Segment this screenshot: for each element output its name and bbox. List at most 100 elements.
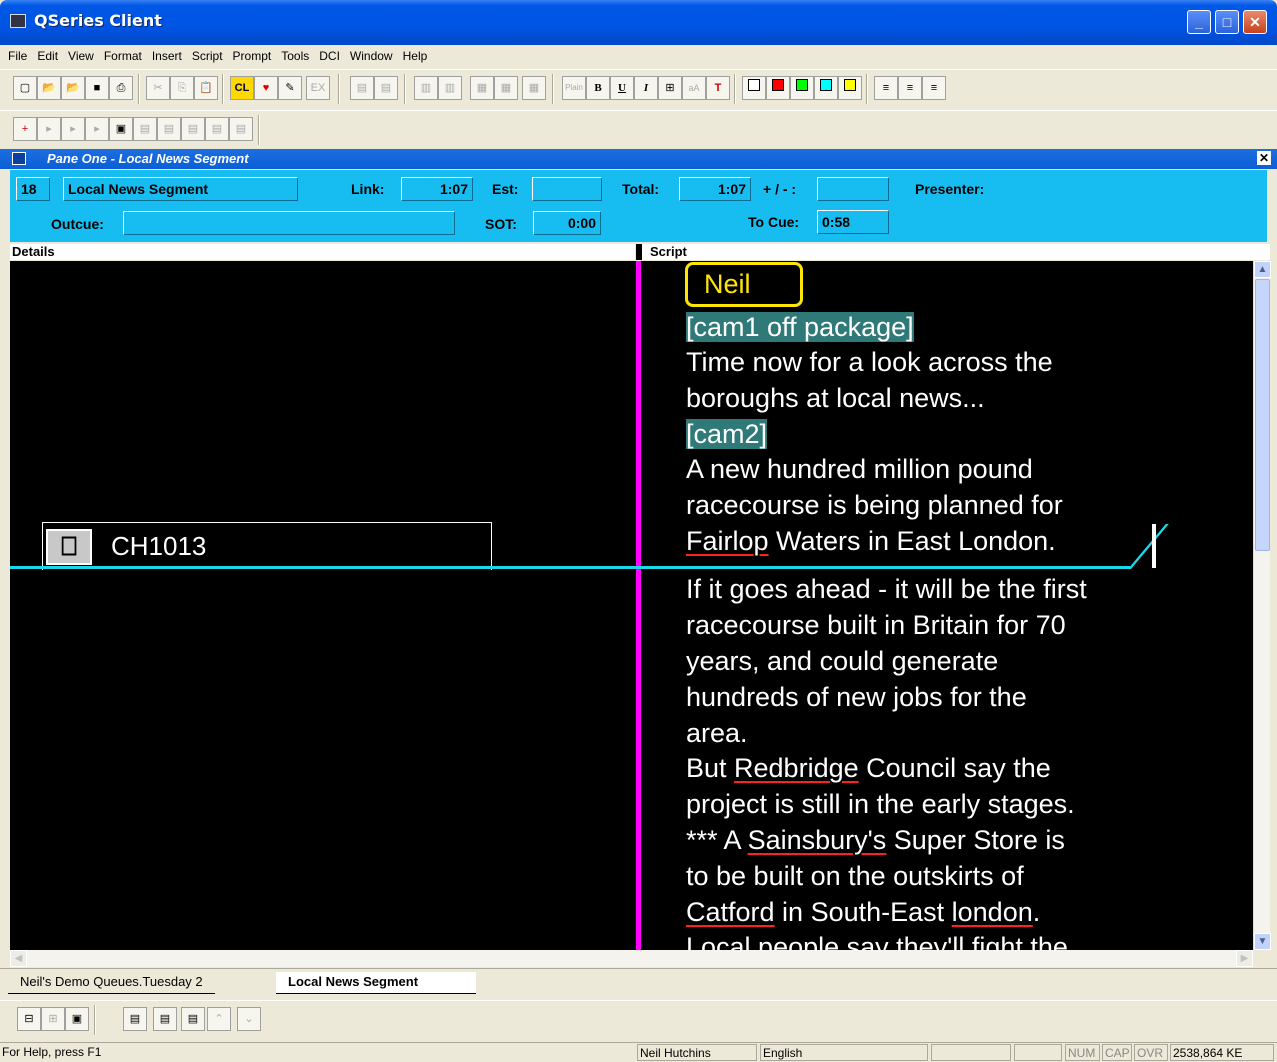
plusminus-field[interactable]	[817, 177, 889, 201]
spell-error-word[interactable]: Redbridge	[734, 753, 859, 783]
maximize-button[interactable]: □	[1215, 10, 1239, 34]
item-icon-7[interactable]: ▤	[181, 117, 205, 141]
item-icon-8[interactable]: ▤	[205, 117, 229, 141]
num-lock-indicator: NUM	[1065, 1044, 1100, 1061]
view-c-icon[interactable]: ▤	[181, 1007, 205, 1031]
item-icon-5[interactable]: ▤	[133, 117, 157, 141]
color-green-icon[interactable]	[790, 76, 814, 100]
layout-b-icon[interactable]: ▥	[438, 76, 462, 100]
underline-button[interactable]: U	[610, 76, 634, 100]
heart-icon[interactable]: ♥	[254, 76, 278, 100]
story-number-field[interactable]: 18	[16, 177, 50, 201]
layout-a-icon[interactable]: ▥	[414, 76, 438, 100]
font-color-icon[interactable]: T	[706, 76, 730, 100]
est-field[interactable]	[532, 177, 602, 201]
minimize-button[interactable]: _	[1187, 10, 1211, 34]
menu-format[interactable]: Format	[99, 45, 147, 63]
tab-local-news-segment[interactable]: Local News Segment	[276, 972, 476, 994]
prompt-up-icon[interactable]: ▤	[350, 76, 374, 100]
sot-field[interactable]: 0:00	[533, 211, 601, 235]
save-icon[interactable]: ■	[85, 76, 109, 100]
cut-icon[interactable]: ✂	[146, 76, 170, 100]
horizontal-scrollbar[interactable]: ◀ ▶	[10, 950, 1253, 967]
layout-c-icon[interactable]: ▦	[470, 76, 494, 100]
cl-icon[interactable]: CL	[230, 76, 254, 100]
align-right-icon[interactable]: ≡	[922, 76, 946, 100]
secondary-toolbar: + ▸ ▸ ▸ ▣ ▤ ▤ ▤ ▤ ▤	[0, 110, 1277, 148]
segment-name-field[interactable]: Local News Segment	[63, 177, 298, 201]
menu-tools[interactable]: Tools	[276, 45, 314, 63]
spell-error-word[interactable]: Fairlop	[686, 526, 769, 556]
pane-restore-icon[interactable]	[12, 152, 26, 165]
open-recent-icon[interactable]: 📂	[61, 76, 85, 100]
item-icon-3[interactable]: ▸	[85, 117, 109, 141]
color-white-icon[interactable]	[742, 76, 766, 100]
menu-dci[interactable]: DCI	[314, 45, 345, 63]
new-document-icon[interactable]: ▢	[13, 76, 37, 100]
paste-icon[interactable]: 📋	[194, 76, 218, 100]
menu-view[interactable]: View	[63, 45, 99, 63]
bold-button[interactable]: B	[586, 76, 610, 100]
item-icon-4[interactable]: ▣	[109, 117, 133, 141]
split-view-icon[interactable]: ⊟	[17, 1007, 41, 1031]
view-a-icon[interactable]: ▤	[123, 1007, 147, 1031]
color-yellow-icon[interactable]	[838, 76, 862, 100]
pane-close-icon[interactable]: ✕	[1257, 151, 1271, 165]
clip-item[interactable]: ⎕ CH1013	[42, 522, 492, 570]
prompt-down-icon[interactable]: ▤	[374, 76, 398, 100]
ex-icon[interactable]: EX	[306, 76, 330, 100]
scroll-thumb[interactable]	[1255, 279, 1270, 551]
color-red-icon[interactable]	[766, 76, 790, 100]
align-center-icon[interactable]: ≡	[898, 76, 922, 100]
item-icon-1[interactable]: ▸	[37, 117, 61, 141]
cue-line	[10, 566, 1130, 569]
item-icon-2[interactable]: ▸	[61, 117, 85, 141]
item-icon-6[interactable]: ▤	[157, 117, 181, 141]
scroll-up-icon[interactable]: ▲	[1254, 261, 1271, 278]
spell-error-word[interactable]: london	[952, 897, 1033, 927]
scroll-left-icon[interactable]: ◀	[10, 950, 27, 967]
menu-help[interactable]: Help	[398, 45, 433, 63]
italic-button[interactable]: I	[634, 76, 658, 100]
menu-prompt[interactable]: Prompt	[228, 45, 277, 63]
format-icon[interactable]: ⊞	[658, 76, 682, 100]
note-icon[interactable]: ✎	[278, 76, 302, 100]
total-field[interactable]: 1:07	[679, 177, 751, 201]
split-vertical-icon[interactable]: ⊞	[41, 1007, 65, 1031]
vertical-scrollbar[interactable]: ▲ ▼	[1253, 261, 1271, 950]
zoom-out-icon[interactable]: ⌄	[237, 1007, 261, 1031]
insert-item-icon[interactable]: +	[13, 117, 37, 141]
menu-window[interactable]: Window	[345, 45, 398, 63]
zoom-in-icon[interactable]: ⌃	[207, 1007, 231, 1031]
scroll-down-icon[interactable]: ▼	[1254, 933, 1271, 950]
spell-error-word[interactable]: Catford	[686, 897, 775, 927]
layout-e-icon[interactable]: ▦	[522, 76, 546, 100]
item-icon-9[interactable]: ▤	[229, 117, 253, 141]
align-left-icon[interactable]: ≡	[874, 76, 898, 100]
tab-demo-queues[interactable]: Neil's Demo Queues.Tuesday 2	[8, 972, 215, 994]
print-icon[interactable]: ⎙	[109, 76, 133, 100]
case-icon[interactable]: aA	[682, 76, 706, 100]
details-pane[interactable]	[10, 261, 636, 950]
tocue-field[interactable]: 0:58	[817, 210, 889, 234]
color-cyan-icon[interactable]	[814, 76, 838, 100]
menu-insert[interactable]: Insert	[147, 45, 187, 63]
monitor-icon[interactable]: ▣	[65, 1007, 89, 1031]
copy-icon[interactable]: ⎘	[170, 76, 194, 100]
menu-script[interactable]: Script	[187, 45, 228, 63]
close-button[interactable]: ✕	[1243, 10, 1267, 34]
link-field[interactable]: 1:07	[401, 177, 473, 201]
script-pane[interactable]: Neil [cam1 off package] Time now for a l…	[641, 261, 1253, 950]
memory-status: 2538,864 KE	[1170, 1044, 1274, 1061]
view-b-icon[interactable]: ▤	[153, 1007, 177, 1031]
layout-d-icon[interactable]: ▦	[494, 76, 518, 100]
est-label: Est:	[492, 181, 519, 197]
plain-button[interactable]: Plain	[562, 76, 586, 100]
menu-file[interactable]: File	[0, 45, 32, 63]
separator	[222, 74, 224, 104]
spell-error-word[interactable]: Sainsbury's	[748, 825, 887, 855]
scroll-right-icon[interactable]: ▶	[1236, 950, 1253, 967]
menu-edit[interactable]: Edit	[32, 45, 63, 63]
outcue-field[interactable]	[123, 211, 455, 235]
open-folder-icon[interactable]: 📂	[37, 76, 61, 100]
